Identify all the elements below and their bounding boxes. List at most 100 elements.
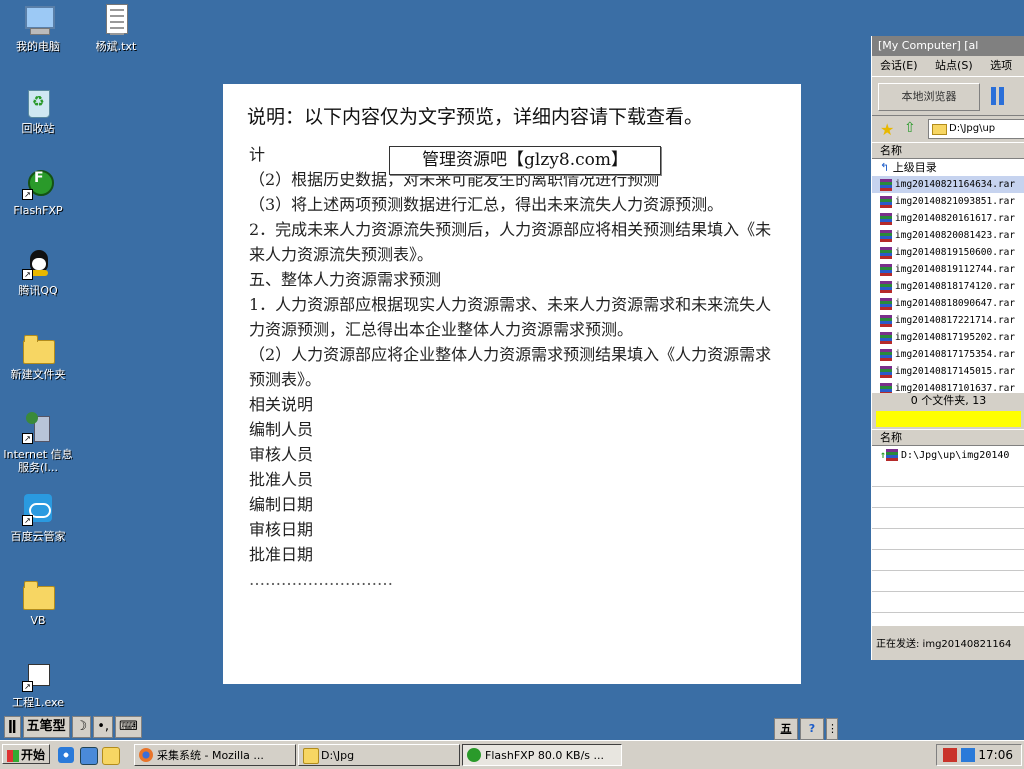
fxp-titlebar[interactable]: [My Computer] [al — [872, 36, 1024, 56]
network-icon[interactable] — [961, 748, 975, 762]
file-row[interactable]: img20140818174120.rar — [872, 278, 1024, 295]
text-file-icon — [100, 4, 132, 36]
task-label: 采集系统 - Mozilla ... — [157, 749, 264, 762]
file-list: ↰ 上级目录 img20140821164634.rar img20140821… — [872, 159, 1024, 393]
file-row[interactable]: img20140819150600.rar — [872, 244, 1024, 261]
fxp-menubar: 会话(E) 站点(S) 选项 — [872, 56, 1024, 76]
file-row[interactable]: img20140821164634.rar — [872, 176, 1024, 193]
exe-icon: ↗ — [22, 660, 54, 692]
rar-icon — [886, 449, 899, 461]
iis-icon: ↗ — [22, 412, 54, 444]
file-name: img20140818090647.rar — [895, 298, 1016, 309]
file-row[interactable]: img20140820161617.rar — [872, 210, 1024, 227]
start-button[interactable]: 开始 — [2, 744, 50, 764]
menu-options[interactable]: 选项 — [990, 59, 1012, 72]
ime-width-icon[interactable]: ☽ — [71, 716, 92, 738]
folder-up-icon[interactable]: ⇧ — [904, 120, 916, 136]
desktop-icon-flashfxp[interactable]: F ↗ FlashFXP — [0, 168, 76, 217]
task-label: D:\Jpg — [321, 749, 355, 762]
file-row[interactable]: img20140817101637.rar — [872, 380, 1024, 393]
desktop-icon-label: 新建文件夹 — [10, 368, 66, 381]
doc-line: 编制人员 — [249, 420, 314, 439]
file-name: img20140820161617.rar — [895, 213, 1016, 224]
desktop-icon-baidu-cloud[interactable]: ↗ 百度云管家 — [0, 494, 76, 543]
rar-icon — [880, 365, 892, 378]
rar-icon — [880, 280, 892, 293]
flashfxp-icon: F ↗ — [22, 168, 54, 200]
desktop-icon-text-file[interactable]: 杨斌.txt — [78, 4, 154, 53]
rar-icon — [880, 348, 892, 361]
help-icon[interactable]: ? — [800, 718, 824, 740]
ime-toolbar: ǁ 五笔型 ☽ •, ⌨ — [4, 716, 144, 738]
doc-line: 2．完成未来人力资源流失预测后，人力资源部应将相关预测结果填入《未来人力资源流失… — [249, 220, 772, 264]
desktop-icon-label: 我的电脑 — [16, 40, 60, 53]
language-bar-options-icon[interactable]: ⋮ — [826, 718, 838, 740]
desktop-icon-label: VB — [30, 614, 46, 627]
file-name: img20140821093851.rar — [895, 196, 1016, 207]
menu-session[interactable]: 会话(E) — [880, 59, 918, 72]
rar-icon — [880, 297, 892, 310]
file-row[interactable]: img20140820081423.rar — [872, 227, 1024, 244]
ime-name[interactable]: 五笔型 — [22, 716, 70, 738]
ime-logo-icon[interactable]: ǁ — [4, 716, 21, 738]
document-body: 计 （2）根据历史数据，对未来可能发生的离职情况进行预测 （3）将上述两项预测数… — [249, 142, 779, 592]
fxp-toolbar: 本地浏览器 — [872, 76, 1024, 116]
desktop-icon-label: 百度云管家 — [10, 530, 66, 543]
task-explorer[interactable]: D:\Jpg — [298, 744, 460, 766]
doc-line: 1．人力资源部应根据现实人力资源需求、未来人力资源需求和未来流失人力资源预测，汇… — [249, 295, 772, 339]
pause-icon[interactable] — [990, 87, 1006, 105]
queue-header-name[interactable]: 名称 — [872, 429, 1024, 446]
folder-icon — [22, 578, 55, 610]
task-firefox[interactable]: 采集系统 - Mozilla ... — [134, 744, 296, 766]
column-header-name[interactable]: 名称 — [872, 142, 1024, 159]
ime-punct-icon[interactable]: •, — [93, 716, 114, 738]
desktop-icon-label: FlashFXP — [13, 204, 63, 217]
rar-icon — [880, 246, 892, 259]
desktop-icon-exe[interactable]: ↗ 工程1.exe — [0, 660, 76, 709]
sending-status: 正在发送: img20140821164 — [876, 639, 1012, 650]
file-name: img20140817221714.rar — [895, 315, 1016, 326]
menu-sites[interactable]: 站点(S) — [935, 59, 973, 72]
file-row[interactable]: img20140817221714.rar — [872, 312, 1024, 329]
file-row[interactable]: img20140818090647.rar — [872, 295, 1024, 312]
desktop-icon-my-computer[interactable]: 我的电脑 — [0, 4, 76, 53]
folder-icon — [932, 124, 947, 135]
file-row[interactable]: img20140817175354.rar — [872, 346, 1024, 363]
local-browser-button[interactable]: 本地浏览器 — [878, 83, 980, 111]
rar-icon — [880, 314, 892, 327]
file-name: img20140820081423.rar — [895, 230, 1016, 241]
ime-wubi-icon[interactable]: 五 — [774, 718, 798, 740]
antivirus-icon[interactable] — [943, 748, 957, 762]
file-row[interactable]: img20140817195202.rar — [872, 329, 1024, 346]
path-input[interactable]: D:\Jpg\up — [928, 119, 1024, 139]
ie-icon[interactable] — [58, 747, 74, 763]
windows-logo-icon — [7, 749, 19, 762]
firefox-icon — [139, 748, 153, 762]
desktop-icon-recycle-bin[interactable]: ♻ 回收站 — [0, 86, 76, 135]
favorites-star-icon[interactable]: ★ — [880, 120, 894, 139]
desktop-icon-vb-folder[interactable]: VB — [0, 578, 76, 627]
file-row[interactable]: img20140817145015.rar — [872, 363, 1024, 380]
clock[interactable]: 17:06 — [978, 745, 1013, 765]
rar-icon — [880, 178, 892, 191]
desktop-icon-new-folder[interactable]: 新建文件夹 — [0, 332, 76, 381]
desktop-icon-iis[interactable]: ↗ Internet 信息服务(I... — [0, 412, 76, 474]
desktop-icon-qq[interactable]: ↗ 腾讯QQ — [0, 248, 76, 297]
file-row[interactable]: img20140821093851.rar — [872, 193, 1024, 210]
queue-item[interactable]: ↑ D:\Jpg\up\img20140 — [872, 446, 1024, 466]
flashfxp-window: [My Computer] [al 会话(E) 站点(S) 选项 本地浏览器 ★… — [871, 36, 1024, 660]
task-flashfxp[interactable]: FlashFXP 80.0 KB/s ... — [462, 744, 622, 766]
rar-icon — [880, 331, 892, 344]
desktop-folder-icon[interactable] — [102, 747, 120, 765]
keyboard-icon[interactable]: ⌨ — [115, 716, 142, 738]
rar-icon — [880, 212, 892, 225]
desktop-icon-label: 回收站 — [21, 122, 55, 135]
outlook-icon[interactable] — [80, 747, 98, 765]
file-row[interactable]: img20140819112744.rar — [872, 261, 1024, 278]
list-item-parent[interactable]: ↰ 上级目录 — [872, 159, 1024, 176]
language-bar: 五 ? ⋮ — [774, 718, 840, 740]
recycle-bin-icon: ♻ — [22, 86, 54, 118]
file-name: img20140817101637.rar — [895, 383, 1016, 393]
folder-icon — [22, 332, 55, 364]
transfer-progress-bar — [876, 411, 1021, 427]
